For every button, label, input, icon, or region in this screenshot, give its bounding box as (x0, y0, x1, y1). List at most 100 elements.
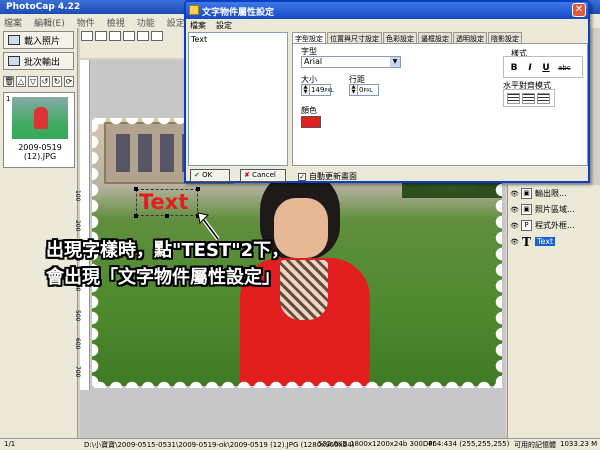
batch-output-button[interactable]: 批次輸出 (3, 52, 74, 70)
resize-handle[interactable] (165, 214, 169, 218)
layer-item[interactable]: 👁 P 程式外框... (510, 218, 598, 233)
photo-thumbnail[interactable]: 1 2009-0519 (12).JPG (3, 92, 75, 168)
font-value: Arial (304, 57, 323, 66)
size-unit: PXL (324, 88, 334, 94)
text-content-input[interactable]: Text (188, 32, 288, 166)
rotate-left-icon[interactable]: ↺ (40, 76, 50, 87)
ruler-mark: 100 (74, 190, 81, 202)
left-panel: 載入照片 批次輸出 🗑 △ ▽ ↺ ↻ ⟳ 1 2009-0519 (12).J… (0, 28, 78, 438)
image-tool-icon[interactable] (95, 31, 107, 41)
underline-button[interactable]: U (540, 62, 552, 74)
ok-button[interactable]: ✔ OK (190, 169, 230, 182)
stamp-border-bottom (92, 378, 502, 388)
auto-update-label: 自動更新畫面 (309, 172, 357, 181)
eye-icon[interactable]: 👁 (510, 190, 519, 198)
down-icon[interactable]: ▽ (28, 76, 38, 87)
refresh-icon[interactable]: ⟳ (64, 76, 74, 87)
menu-edit[interactable]: 編輯(E) (34, 16, 65, 29)
text-object-content: Text (139, 190, 189, 214)
dialog-menu-bar: 檔案 設定 (186, 19, 588, 32)
italic-button[interactable]: I (524, 62, 536, 74)
batch-icon (8, 56, 20, 66)
dialog-title-bar[interactable]: 文字物件屬性設定 ✕ (186, 2, 588, 19)
auto-update-checkbox[interactable]: ✓ 自動更新畫面 (298, 171, 357, 182)
checkbox-checked-icon[interactable]: ✓ (298, 172, 306, 181)
menu-object[interactable]: 物件 (77, 16, 95, 29)
status-filesize: 552.6KB (318, 440, 348, 448)
frame-layer-icon: P (521, 220, 532, 231)
thumbnail-filename: 2009-0519 (12).JPG (18, 143, 62, 161)
app-title: PhotoCap 4.22 (6, 2, 81, 12)
folder-icon (8, 35, 20, 45)
dialog-app-icon (189, 5, 199, 15)
strikethrough-button[interactable]: abc (558, 62, 571, 74)
menu-settings[interactable]: 設定 (167, 16, 185, 29)
text-object[interactable]: Text (134, 187, 200, 218)
resize-handle[interactable] (134, 187, 138, 191)
align-center-icon[interactable] (522, 93, 535, 104)
chevron-down-icon[interactable]: ▼ (390, 57, 400, 67)
layer-item[interactable]: 👁 ▣ 照片區域... (510, 202, 598, 217)
menu-file[interactable]: 檔案 (4, 16, 22, 29)
layer-item[interactable]: 👁 ▣ 輸出限... (510, 186, 598, 201)
dialog-title: 文字物件屬性設定 (202, 8, 275, 18)
stepper-arrows-icon[interactable]: ▲ ▼ (350, 85, 358, 95)
text-layer-icon: T (522, 234, 531, 249)
rect-tool-icon[interactable] (123, 31, 135, 41)
font-tab-panel: 字型 Arial ▼ 大小 ▲ ▼ 149PXL 行距 ▲ ▼ 0PXL 顏色 樣式… (292, 43, 588, 166)
color-swatch[interactable] (301, 116, 321, 128)
rotate-right-icon[interactable]: ↻ (52, 76, 62, 87)
text-tool-icon[interactable] (81, 31, 93, 41)
size-value: 149 (311, 86, 325, 94)
delete-icon[interactable]: 🗑 (3, 76, 14, 87)
cancel-button[interactable]: ✘ Cancel (240, 169, 286, 182)
layers-panel: 👁 ▣ 輸出限... 👁 ▣ 照片區域... 👁 P 程式外框... 👁 T T… (507, 185, 600, 438)
tab-shadow[interactable]: 陰影設定 (488, 32, 522, 43)
style-buttons: B I U abc (503, 56, 583, 78)
tab-border[interactable]: 邊框設定 (418, 32, 452, 43)
image-layer-icon: ▣ (521, 188, 532, 199)
tutorial-annotation: 出現字樣時，點"TEST"2下， 會出現「文字物件屬性設定」 (46, 237, 426, 291)
layer-name: 輸出限... (535, 189, 567, 198)
bold-button[interactable]: B (508, 62, 520, 74)
status-cursor: 464:434 (255,255,255) (428, 440, 510, 448)
check-icon: ✔ (194, 171, 200, 179)
dialog-menu-settings[interactable]: 設定 (216, 20, 232, 31)
dialog-menu-file[interactable]: 檔案 (190, 20, 206, 31)
status-path: D:\小寶寶\2009-0515-0531\2009-0519-ok\2009-… (84, 441, 355, 449)
annotation-line-1: 出現字樣時，點"TEST"2下， (46, 240, 290, 261)
menu-view[interactable]: 檢視 (107, 16, 125, 29)
tab-position-size[interactable]: 位置與尺寸設定 (327, 32, 382, 43)
dialog-tabs: 字型設定 位置與尺寸設定 色彩設定 邊框設定 透明設定 陰影設定 (292, 32, 523, 43)
eye-icon[interactable]: 👁 (510, 238, 519, 246)
status-memory-label: 可用的記憶體 (514, 441, 556, 449)
stepper-arrows-icon[interactable]: ▲ ▼ (302, 85, 310, 95)
resize-handle[interactable] (134, 214, 138, 218)
tab-transparency[interactable]: 透明設定 (453, 32, 487, 43)
zoom-in-icon[interactable] (137, 31, 149, 41)
up-icon[interactable]: △ (16, 76, 26, 87)
layer-name: 照片區域... (535, 205, 575, 214)
eye-icon[interactable]: 👁 (510, 206, 519, 214)
menu-function[interactable]: 功能 (137, 16, 155, 29)
close-button[interactable]: ✕ (572, 3, 586, 17)
resize-handle[interactable] (196, 187, 200, 191)
font-select[interactable]: Arial ▼ (301, 56, 401, 68)
tab-font[interactable]: 字型設定 (292, 32, 326, 43)
status-memory-value: 1033.23 M (560, 440, 598, 448)
size-stepper[interactable]: ▲ ▼ 149PXL (301, 84, 334, 96)
zoom-out-icon[interactable] (151, 31, 163, 41)
layer-item-selected[interactable]: 👁 T Text (510, 234, 598, 249)
tab-color[interactable]: 色彩設定 (383, 32, 417, 43)
spacing-stepper[interactable]: ▲ ▼ 0PXL (349, 84, 379, 96)
thumbnail-toolbar: 🗑 △ ▽ ↺ ↻ ⟳ (3, 76, 74, 87)
frame-tool-icon[interactable] (109, 31, 121, 41)
status-page: 1/1 (4, 440, 16, 448)
load-photo-button[interactable]: 載入照片 (3, 31, 74, 49)
align-left-icon[interactable] (507, 93, 520, 104)
eye-icon[interactable]: 👁 (510, 222, 519, 230)
text-content-value: Text (191, 35, 208, 44)
ruler-mark: 700 (74, 366, 81, 378)
main-toolbar (80, 28, 185, 58)
align-right-icon[interactable] (537, 93, 550, 104)
